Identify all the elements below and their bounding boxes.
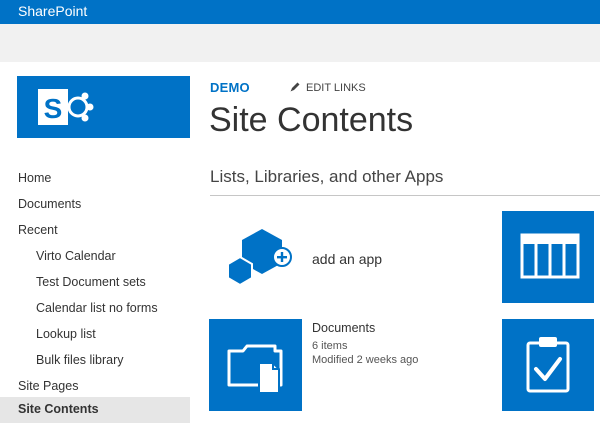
ribbon-bar [0,24,600,62]
nav-item-label: Calendar list no forms [36,301,158,315]
add-app-icon [227,229,292,287]
add-app-tile[interactable]: add an app [210,225,410,295]
library-item-count: 6 items [312,340,348,352]
nav-item-label: Bulk files library [36,353,124,367]
document-library-icon [227,344,283,394]
page-title: Site Contents [209,101,414,139]
nav-item-test-document-sets[interactable]: Test Document sets [0,270,190,296]
nav-item-bulk-files-library[interactable]: Bulk files library [0,348,190,374]
site-logo[interactable]: S [17,76,190,138]
nav-item-label: Documents [18,197,82,211]
sharepoint-logo-icon: S [38,89,94,125]
nav-item-label: Test Document sets [36,275,146,289]
suite-brand-link[interactable]: SharePoint [18,3,87,19]
nav-item-home[interactable]: Home [0,166,190,192]
calendar-list-tile[interactable] [502,211,594,303]
pencil-icon [290,82,300,92]
calendar-list-icon [520,233,580,279]
nav-item-label: Site Contents [18,402,99,416]
nav-item-label: Recent [18,223,58,237]
library-modified: Modified 2 weeks ago [312,354,419,366]
suite-bar: SharePoint [0,0,600,24]
edit-links-label: EDIT LINKS [306,82,366,94]
library-name-link[interactable]: Documents [312,321,482,338]
site-link-demo[interactable]: DEMO [210,80,250,95]
nav-item-label: Virto Calendar [36,249,116,263]
documents-library-info: Documents 6 items Modified 2 weeks ago [312,321,482,366]
section-divider [210,195,600,196]
svg-text:S: S [44,93,63,124]
add-app-label: add an app [312,251,383,267]
documents-library-tile[interactable] [209,319,302,411]
nav-item-virto-calendar[interactable]: Virto Calendar [0,244,190,270]
section-title: Lists, Libraries, and other Apps [210,167,444,186]
task-list-icon [526,337,570,393]
task-list-tile[interactable] [502,319,594,411]
nav-item-calendar-list-no-forms[interactable]: Calendar list no forms [0,296,190,322]
nav-item-recent[interactable]: Recent [0,218,190,244]
nav-item-lookup-list[interactable]: Lookup list [0,322,190,348]
nav-item-label: Site Pages [18,379,79,393]
nav-item-label: Lookup list [36,327,96,341]
nav-item-site-contents[interactable]: Site Contents [0,397,190,423]
nav-item-label: Home [18,171,52,185]
nav-item-documents[interactable]: Documents [0,192,190,218]
